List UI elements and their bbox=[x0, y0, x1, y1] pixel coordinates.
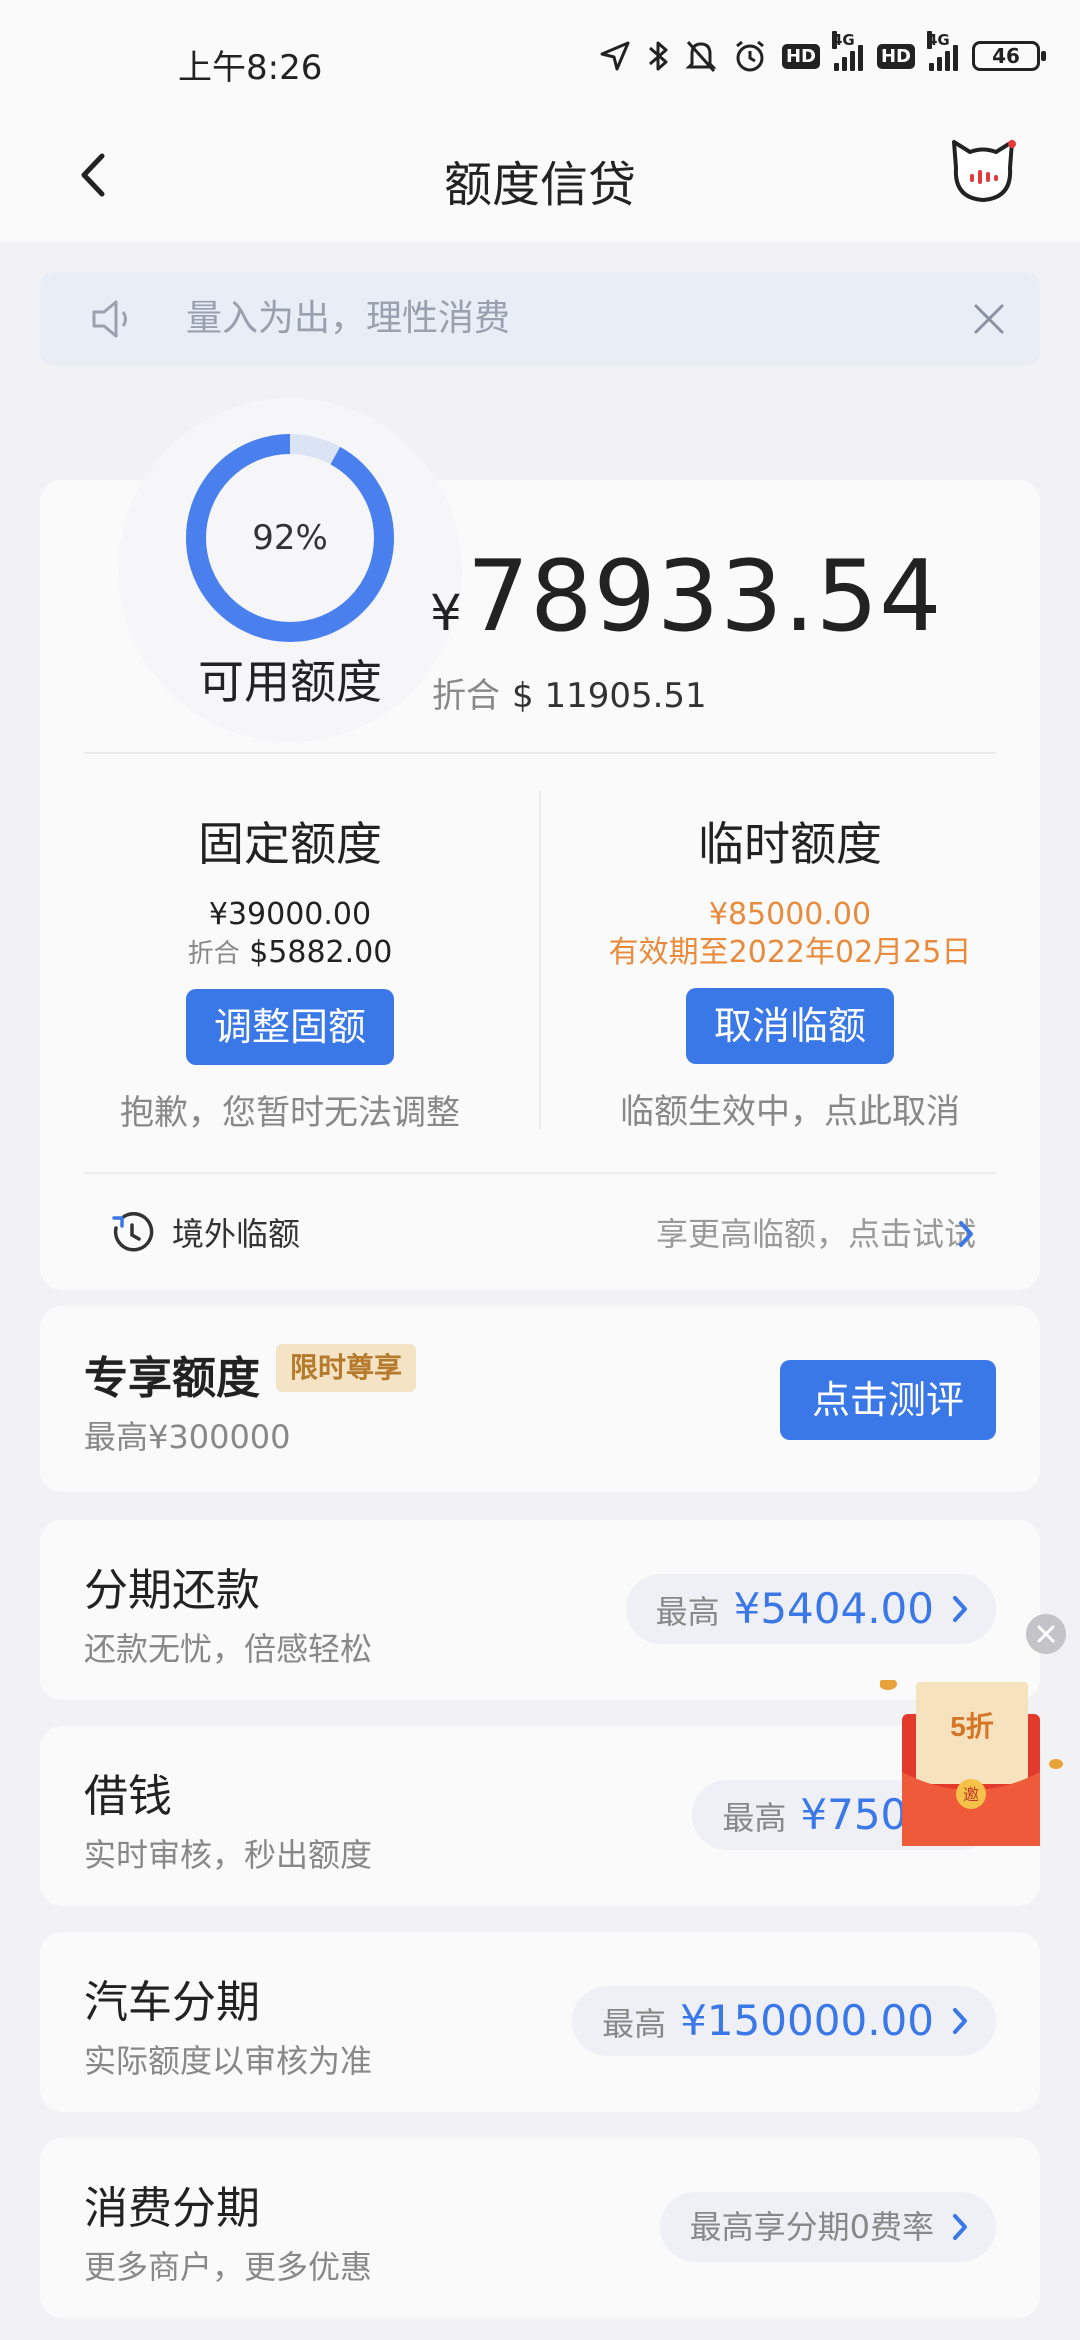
chevron-right-icon[interactable] bbox=[956, 1219, 976, 1249]
fixed-credit-section: 固定额度 ¥39000.00 折合 $5882.00 调整固额 抱歉，您暂时无法… bbox=[40, 808, 540, 1134]
overseas-clock-icon bbox=[112, 1212, 154, 1252]
service-car-installment[interactable]: 汽车分期 实际额度以审核为准 最高 ¥150000.00 bbox=[40, 1932, 1040, 2112]
service-installment-repay[interactable]: 分期还款 还款无忧，倍感轻松 最高 ¥5404.00 bbox=[40, 1520, 1040, 1700]
exclusive-max: 最高¥300000 bbox=[84, 1418, 291, 1456]
notice-banner: 量入为出，理性消费 bbox=[40, 272, 1040, 366]
battery-indicator: 46 bbox=[972, 41, 1046, 71]
alarm-icon bbox=[736, 40, 764, 72]
chevron-right-icon bbox=[953, 2008, 967, 2034]
usage-percent: 92% bbox=[252, 518, 328, 558]
overseas-credit-tip[interactable]: 享更高临额，点击试试 bbox=[656, 1210, 976, 1258]
temp-credit-section: 临时额度 ¥85000.00 有效期至2022年02月25日 取消临额 临额生效… bbox=[540, 808, 1040, 1133]
fixed-credit-converted: 折合 $5882.00 bbox=[187, 935, 393, 970]
temp-credit-amount: ¥85000.00 bbox=[708, 897, 872, 932]
red-packet-promo[interactable]: 邀 5折 bbox=[880, 1680, 1070, 1850]
service-consumer-installment[interactable]: 消费分期 更多商户，更多优惠 最高享分期0费率 bbox=[40, 2138, 1040, 2318]
cancel-temp-button[interactable]: 取消临额 bbox=[685, 988, 894, 1064]
exclusive-credit-card: 专享额度 限时尊享 最高¥300000 点击测评 bbox=[40, 1306, 1040, 1492]
fixed-credit-title: 固定额度 bbox=[198, 817, 382, 871]
speaker-icon bbox=[92, 300, 127, 338]
service-title: 分期还款 bbox=[84, 1565, 260, 1616]
notice-text: 量入为出，理性消费 bbox=[186, 298, 511, 339]
adjust-fixed-button[interactable]: 调整固额 bbox=[185, 989, 394, 1065]
mute-bell-icon bbox=[685, 40, 717, 73]
fixed-credit-amount: ¥39000.00 bbox=[208, 897, 372, 932]
service-subtitle: 实时审核，秒出额度 bbox=[84, 1836, 373, 1874]
status-bar: 上午8:26 HD 4G HD 4G 46 bbox=[0, 0, 1080, 120]
promo-discount: 5折 bbox=[950, 1711, 994, 1742]
service-subtitle: 还款无忧，倍感轻松 bbox=[84, 1630, 373, 1668]
status-icons: HD 4G HD 4G 46 bbox=[598, 31, 1046, 74]
service-limit-pill[interactable]: 最高 ¥150000.00 bbox=[572, 1986, 996, 2056]
exclusive-title: 专享额度 bbox=[84, 1353, 260, 1404]
bluetooth-icon bbox=[648, 41, 668, 71]
promo-seal: 邀 bbox=[963, 1786, 979, 1804]
close-promo-icon[interactable] bbox=[1026, 1614, 1066, 1654]
available-label: 可用额度 bbox=[198, 655, 382, 709]
chevron-right-icon bbox=[953, 2214, 967, 2240]
service-title: 消费分期 bbox=[84, 2183, 260, 2234]
available-converted: 折合 $ 11905.51 bbox=[432, 668, 707, 717]
status-time: 上午8:26 bbox=[178, 48, 323, 88]
evaluate-button[interactable]: 点击测评 bbox=[780, 1360, 996, 1440]
service-limit-pill[interactable]: 最高享分期0费率 bbox=[659, 2192, 996, 2262]
nav-bar: 额度信贷 bbox=[0, 120, 1080, 242]
close-icon[interactable] bbox=[968, 298, 1010, 340]
signal-icon: 4G bbox=[831, 31, 863, 71]
exclusive-badge: 限时尊享 bbox=[276, 1344, 417, 1392]
divider bbox=[84, 752, 996, 754]
divider bbox=[84, 1172, 996, 1174]
hd-badge: HD bbox=[781, 43, 820, 69]
service-limit-pill[interactable]: 最高 ¥5404.00 bbox=[625, 1574, 996, 1644]
temp-credit-validity: 有效期至2022年02月25日 bbox=[608, 935, 972, 970]
hd-badge-2: HD bbox=[876, 43, 915, 69]
service-title: 汽车分期 bbox=[84, 1977, 260, 2028]
chevron-right-icon bbox=[953, 1596, 967, 1622]
available-amount: ¥78933.54 bbox=[430, 540, 942, 654]
service-title: 借钱 bbox=[84, 1771, 172, 1822]
service-subtitle: 更多商户，更多优惠 bbox=[84, 2248, 373, 2286]
back-arrow-icon[interactable] bbox=[60, 140, 130, 210]
service-subtitle: 实际额度以审核为准 bbox=[84, 2042, 373, 2080]
temp-credit-title: 临时额度 bbox=[698, 817, 882, 871]
page-title: 额度信贷 bbox=[443, 157, 636, 213]
overseas-credit-label[interactable]: 境外临额 bbox=[172, 1210, 300, 1258]
currency-symbol: ¥ bbox=[430, 584, 463, 642]
available-value: 78933.54 bbox=[466, 540, 943, 654]
fixed-credit-note: 抱歉，您暂时无法调整 bbox=[120, 1093, 460, 1133]
convert-amount: $ 11905.51 bbox=[512, 676, 707, 716]
convert-label: 折合 bbox=[432, 676, 500, 716]
temp-credit-note[interactable]: 临额生效中，点此取消 bbox=[540, 1084, 1040, 1133]
location-icon bbox=[600, 41, 630, 71]
signal-icon-2: 4G bbox=[927, 31, 958, 71]
customer-service-icon[interactable] bbox=[946, 134, 1020, 208]
